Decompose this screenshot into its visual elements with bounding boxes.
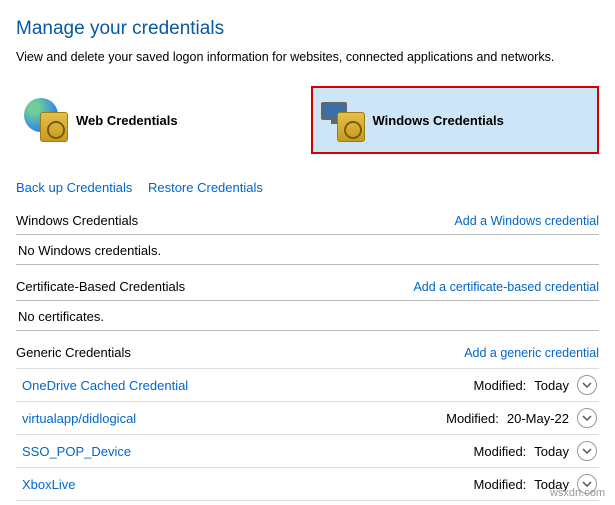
generic-credentials-list: OneDrive Cached Credential Modified: Tod… [16,368,599,501]
credential-meta: Modified: Today [474,441,597,461]
list-item[interactable]: XboxLive Modified: Today [16,468,599,501]
add-cert-credential-link[interactable]: Add a certificate-based credential [413,280,599,294]
list-item[interactable]: SSO_POP_Device Modified: Today [16,435,599,468]
windows-empty-msg: No Windows credentials. [16,235,599,262]
tab-windows-label: Windows Credentials [373,113,504,128]
section-generic-credentials: Generic Credentials Add a generic creden… [16,345,599,501]
section-windows-title: Windows Credentials [16,213,138,228]
globe-vault-icon [24,98,68,142]
add-generic-credential-link[interactable]: Add a generic credential [464,346,599,360]
footer-watermark: wsxdn.com [550,487,605,499]
modified-label: Modified: [446,411,499,426]
credential-name[interactable]: OneDrive Cached Credential [22,378,188,393]
modified-value: 20-May-22 [507,411,569,426]
chevron-down-icon[interactable] [577,441,597,461]
add-windows-credential-link[interactable]: Add a Windows credential [454,214,599,228]
modified-value: Today [534,444,569,459]
section-generic-title: Generic Credentials [16,345,131,360]
tab-web-label: Web Credentials [76,113,178,128]
list-item[interactable]: OneDrive Cached Credential Modified: Tod… [16,368,599,402]
credential-tabs: Web Credentials Windows Credentials [16,86,599,154]
credential-name[interactable]: XboxLive [22,477,75,492]
tab-windows-credentials[interactable]: Windows Credentials [311,86,600,154]
modified-label: Modified: [474,444,527,459]
credential-name[interactable]: virtualapp/didlogical [22,411,136,426]
credential-links: Back up Credentials Restore Credentials [16,180,599,195]
page-subtitle: View and delete your saved logon informa… [16,50,599,64]
chevron-down-icon[interactable] [577,375,597,395]
page-title: Manage your credentials [16,18,599,40]
section-cert-title: Certificate-Based Credentials [16,279,185,294]
credential-meta: Modified: 20-May-22 [446,408,597,428]
backup-credentials-link[interactable]: Back up Credentials [16,180,132,195]
restore-credentials-link[interactable]: Restore Credentials [148,180,263,195]
list-item[interactable]: virtualapp/didlogical Modified: 20-May-2… [16,402,599,435]
section-cert-credentials: Certificate-Based Credentials Add a cert… [16,279,599,331]
credential-name[interactable]: SSO_POP_Device [22,444,131,459]
section-windows-credentials: Windows Credentials Add a Windows creden… [16,213,599,265]
tab-web-credentials[interactable]: Web Credentials [16,86,301,154]
modified-label: Modified: [474,477,527,492]
monitor-vault-icon [321,98,365,142]
credential-meta: Modified: Today [474,375,597,395]
cert-empty-msg: No certificates. [16,301,599,328]
modified-value: Today [534,378,569,393]
modified-label: Modified: [474,378,527,393]
chevron-down-icon[interactable] [577,408,597,428]
